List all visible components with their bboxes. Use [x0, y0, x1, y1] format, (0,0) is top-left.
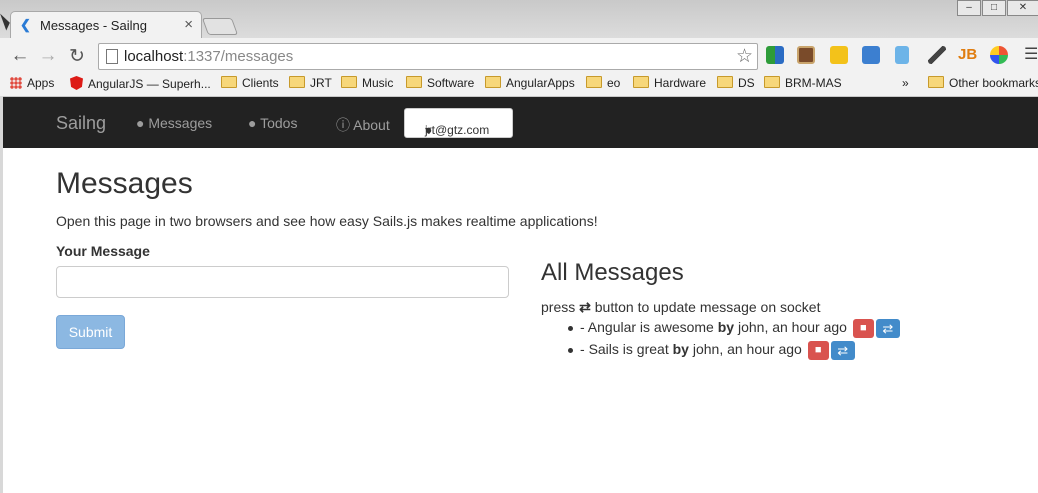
bookmark-angularjs[interactable]: AngularJS — Superh...	[70, 76, 211, 91]
bookmark-music[interactable]: Music	[341, 76, 393, 90]
comments-icon: ●	[136, 115, 145, 131]
exchange-icon: ⇄	[579, 299, 591, 315]
page-title: Messages	[56, 167, 193, 200]
reload-icon[interactable]: ↻	[67, 45, 87, 68]
bookmark-software[interactable]: Software	[406, 76, 474, 90]
browser-toolbar: ← → ↻ localhost:1337/messages ☆ JB ☰	[0, 38, 1038, 72]
exchange-icon: ⇄	[837, 342, 849, 358]
tab-title: Messages - Sailng	[40, 18, 147, 33]
extension-window-icon[interactable]	[862, 46, 880, 64]
browser-titlebar: ❮ Messages - Sailng × – □ ✕	[0, 0, 1038, 39]
folder-icon	[633, 76, 649, 88]
new-tab-button[interactable]	[201, 18, 239, 35]
extension-color-wheel-icon[interactable]	[990, 46, 1008, 64]
message-list: - Angular is awesome by john, an hour ag…	[568, 317, 900, 361]
delete-message-button[interactable]: ■	[852, 318, 874, 338]
folder-icon	[341, 76, 357, 88]
bookmark-ds[interactable]: DS	[717, 76, 755, 90]
extension-jb-icon[interactable]: JB	[958, 46, 977, 64]
bookmark-angularapps[interactable]: AngularApps	[485, 76, 575, 90]
folder-icon	[928, 76, 944, 88]
bookmark-jrt[interactable]: JRT	[289, 76, 332, 90]
navbar-brand[interactable]: Sailng	[56, 113, 106, 134]
list-item: - Angular is awesome by john, an hour ag…	[568, 317, 900, 339]
extension-camera-icon[interactable]	[797, 46, 815, 64]
extension-lightning-icon[interactable]	[830, 46, 848, 64]
bookmark-brm-mas[interactable]: BRM-MAS	[764, 76, 842, 90]
folder-icon	[406, 76, 422, 88]
nav-link-about[interactable]: ⓘ About	[336, 115, 390, 135]
all-messages-title: All Messages	[541, 259, 684, 286]
tab-close-icon[interactable]: ×	[184, 16, 193, 33]
sails-favicon-icon: ❮	[20, 17, 31, 32]
folder-icon	[221, 76, 237, 88]
extension-eyedropper-icon[interactable]	[928, 46, 946, 64]
bookmark-hardware[interactable]: Hardware	[633, 76, 706, 90]
minimize-button[interactable]: –	[957, 0, 981, 16]
address-bar[interactable]: localhost:1337/messages ☆	[98, 43, 758, 70]
exchange-icon: ⇄	[882, 320, 894, 336]
folder-icon	[289, 76, 305, 88]
message-label: Your Message	[56, 243, 150, 259]
maximize-button[interactable]: □	[982, 0, 1006, 16]
page-icon	[106, 49, 118, 64]
forward-arrow-icon[interactable]: →	[38, 45, 58, 67]
bookmarks-overflow-chevron[interactable]: »	[902, 76, 909, 90]
nav-link-todos[interactable]: ● Todos	[248, 115, 297, 131]
extension-grid-icon[interactable]	[766, 46, 784, 64]
caret-down-icon: ▾	[425, 123, 432, 137]
apps-grid-icon	[10, 77, 22, 89]
delete-message-button[interactable]: ■	[807, 340, 829, 360]
close-window-button[interactable]: ✕	[1007, 0, 1038, 16]
trash-icon: ■	[860, 321, 867, 334]
bookmark-other-bookmarks[interactable]: Other bookmarks	[928, 76, 1038, 90]
folder-icon	[485, 76, 501, 88]
folder-icon	[764, 76, 780, 88]
bookmark-clients[interactable]: Clients	[221, 76, 279, 90]
page-intro: Open this page in two browsers and see h…	[56, 213, 598, 229]
angular-icon	[70, 76, 83, 90]
bookmark-apps[interactable]: Apps	[10, 76, 54, 90]
message-input[interactable]	[56, 266, 509, 298]
user-dropdown-button[interactable]: ● jrt@gtz.com ▾	[404, 108, 513, 138]
update-message-button[interactable]: ⇄	[830, 340, 855, 360]
folder-icon	[717, 76, 733, 88]
bookmark-star-icon[interactable]: ☆	[736, 45, 753, 68]
window-left-edge	[0, 96, 3, 493]
trash-icon: ■	[814, 343, 822, 356]
list-item: - Sails is great by john, an hour ago ■ ⇄	[568, 339, 900, 361]
update-message-button[interactable]: ⇄	[875, 318, 900, 338]
url-text: localhost:1337/messages	[124, 48, 294, 65]
socket-hint: press ⇄ button to update message on sock…	[541, 299, 821, 315]
submit-button[interactable]: Submit	[56, 315, 125, 349]
app-navbar: Sailng ● Messages ● Todos ⓘ About ● jrt@g…	[3, 97, 1038, 148]
nav-link-messages[interactable]: ● Messages	[136, 115, 212, 131]
menu-icon[interactable]: ☰	[1024, 46, 1038, 64]
info-circle-icon: ⓘ	[336, 117, 350, 133]
browser-tab[interactable]: ❮ Messages - Sailng ×	[10, 11, 202, 39]
folder-icon	[586, 76, 602, 88]
comments-icon: ●	[248, 115, 257, 131]
bookmark-eo[interactable]: eo	[586, 76, 620, 90]
back-arrow-icon[interactable]: ←	[10, 45, 30, 67]
bookmarks-bar: Apps AngularJS — Superh... Clients JRT M…	[0, 72, 1038, 97]
extension-document-icon[interactable]	[895, 46, 909, 64]
